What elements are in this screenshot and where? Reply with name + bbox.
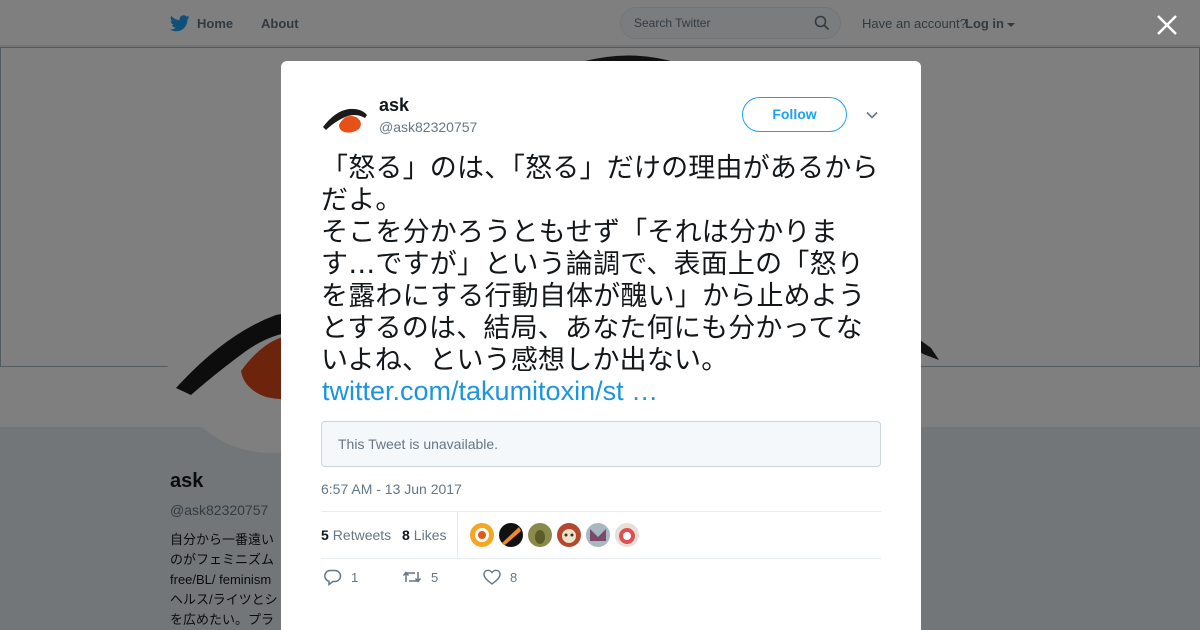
liker-avatar[interactable] — [528, 523, 552, 547]
tweet-timestamp[interactable]: 6:57 AM - 13 Jun 2017 — [321, 481, 462, 497]
author-avatar-image — [323, 108, 367, 133]
chevron-down-icon[interactable] — [865, 108, 879, 122]
likes-stat[interactable]: 8 Likes — [402, 527, 446, 543]
liker-avatar[interactable] — [586, 523, 610, 547]
retweets-count: 5 — [321, 527, 329, 543]
like-button[interactable]: 8 — [483, 569, 517, 586]
reply-icon — [324, 569, 342, 586]
likes-count: 8 — [402, 527, 410, 543]
liker-avatar[interactable] — [615, 523, 639, 547]
liker-avatars — [470, 523, 644, 547]
tweet-modal: ask @ask82320757 Follow 「怒る」のは、「怒る」だけの理由… — [281, 61, 921, 630]
retweets-stat[interactable]: 5 Retweets — [321, 527, 391, 543]
tweet-link[interactable]: twitter.com/takumitoxin/st … — [322, 376, 658, 407]
tweet-text-content: 「怒る」のは、「怒る」だけの理由があるからだよ。 そこを分かろうともせず「それは… — [321, 153, 879, 376]
tweet-text: 「怒る」のは、「怒る」だけの理由があるからだよ。 そこを分かろうともせず「それは… — [321, 153, 886, 377]
liker-avatar[interactable] — [557, 523, 581, 547]
heart-icon — [483, 569, 501, 585]
follow-button[interactable]: Follow — [742, 97, 847, 132]
close-icon[interactable] — [1154, 12, 1180, 38]
tweet-author-avatar[interactable] — [321, 97, 369, 145]
tweet-author-name[interactable]: ask — [379, 95, 409, 116]
reply-count: 1 — [351, 570, 359, 585]
liker-avatar[interactable] — [470, 523, 494, 547]
like-count: 8 — [510, 570, 518, 585]
stats-divider — [457, 512, 458, 559]
tweet-stats: 5 Retweets 8 Likes — [321, 511, 881, 559]
retweets-label: Retweets — [332, 527, 392, 543]
retweet-button[interactable]: 5 — [402, 569, 438, 585]
quoted-tweet-unavailable: This Tweet is unavailable. — [321, 421, 881, 467]
tweet-author-handle[interactable]: @ask82320757 — [379, 119, 477, 135]
likes-label: Likes — [413, 527, 447, 543]
liker-avatar[interactable] — [499, 523, 523, 547]
retweet-icon — [402, 571, 422, 583]
retweet-count: 5 — [431, 569, 439, 585]
tweet-actions: 1 5 8 — [321, 569, 881, 593]
reply-button[interactable]: 1 — [324, 569, 358, 586]
